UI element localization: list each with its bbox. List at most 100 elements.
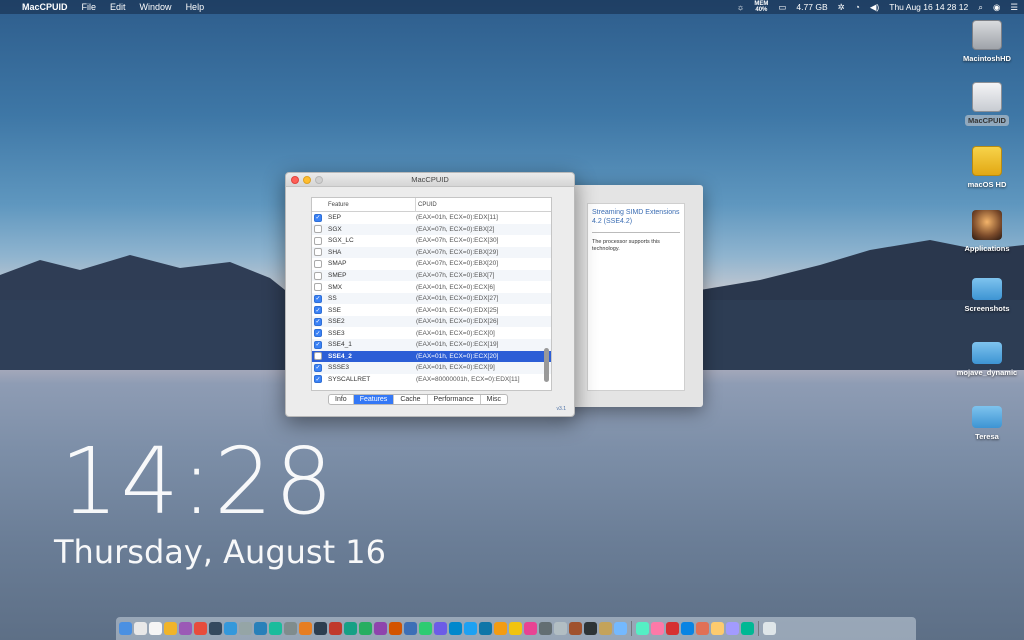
table-row[interactable]: SGX (EAX=07h, ECX=0):EBX[2] <box>312 223 551 236</box>
table-row[interactable]: SMEP (EAX=07h, ECX=0):EBX[7] <box>312 269 551 282</box>
dock-app-icon[interactable] <box>419 622 432 635</box>
dock-app-icon[interactable] <box>726 622 739 635</box>
dock-app-icon[interactable] <box>524 622 537 635</box>
tab-info[interactable]: Info <box>329 395 354 404</box>
dock-app-icon[interactable] <box>599 622 612 635</box>
dock-app-icon[interactable] <box>584 622 597 635</box>
table-row[interactable]: ✓ SSSE3 (EAX=01h, ECX=0):ECX[9] <box>312 362 551 374</box>
desktop-icon-macos-hd[interactable]: macOS HD <box>952 146 1022 189</box>
table-row[interactable]: SGX_LC (EAX=07h, ECX=0):ECX[30] <box>312 235 551 247</box>
table-row[interactable]: SMX (EAX=01h, ECX=0):ECX[6] <box>312 281 551 293</box>
dock-app-icon[interactable] <box>614 622 627 635</box>
dock-app-icon[interactable] <box>224 622 237 635</box>
app-menu[interactable]: MacCPUID <box>22 2 68 12</box>
dock-app-icon[interactable] <box>134 622 147 635</box>
dock-app-icon[interactable] <box>164 622 177 635</box>
desktop-icon-applications[interactable]: Applications <box>952 210 1022 253</box>
table-row[interactable]: ✓ SYSCALLRET (EAX=80000001h, ECX=0):EDX[11… <box>312 374 551 386</box>
dock-app-icon[interactable] <box>374 622 387 635</box>
dock-app-icon[interactable] <box>494 622 507 635</box>
table-row[interactable]: ✓ SSE (EAX=01h, ECX=0):EDX[25] <box>312 304 551 316</box>
zoom-button[interactable] <box>315 176 323 184</box>
column-header-feature[interactable]: Feature <box>312 198 416 212</box>
dock-app-icon[interactable] <box>389 622 402 635</box>
wifi-icon[interactable]: ◔ <box>855 2 860 12</box>
desktop-icon-screenshots[interactable]: Screenshots <box>952 272 1022 313</box>
memory-badge[interactable]: MEM 40% <box>754 1 768 13</box>
feature-checkbox[interactable] <box>314 225 322 234</box>
table-row[interactable]: SHA (EAX=07h, ECX=0):EBX[29] <box>312 246 551 259</box>
dock-app-icon[interactable] <box>711 622 724 635</box>
feature-checkbox[interactable] <box>314 271 322 280</box>
dock-app-icon[interactable] <box>636 622 649 635</box>
window-titlebar[interactable]: MacCPUID <box>286 173 574 187</box>
feature-checkbox[interactable]: ✓ <box>314 306 322 315</box>
volume-icon[interactable]: ◀) <box>870 2 879 13</box>
table-row[interactable]: SMAP (EAX=07h, ECX=0):EBX[20] <box>312 258 551 270</box>
dock-app-icon[interactable] <box>666 622 679 635</box>
feature-checkbox[interactable]: ✓ <box>314 294 322 303</box>
table-row[interactable]: ✓ SSE2 (EAX=01h, ECX=0):EDX[26] <box>312 315 551 328</box>
dock-app-icon[interactable] <box>741 622 754 635</box>
dock-app-icon[interactable] <box>509 622 522 635</box>
feature-checkbox[interactable] <box>314 236 322 245</box>
dock-app-icon[interactable] <box>314 622 327 635</box>
dock-app-icon[interactable] <box>269 622 282 635</box>
table-scrollbar[interactable] <box>544 348 549 382</box>
close-button[interactable] <box>291 176 299 184</box>
dock-app-icon[interactable] <box>651 622 664 635</box>
storage-icon[interactable]: ▭ <box>778 2 786 13</box>
dock-app-icon[interactable] <box>464 622 477 635</box>
brightness-icon[interactable]: ☼ <box>737 2 745 12</box>
feature-checkbox[interactable]: ✓ <box>314 213 322 222</box>
dock-app-icon[interactable] <box>284 622 297 635</box>
table-row[interactable]: ✓ SSE4_1 (EAX=01h, ECX=0):ECX[19] <box>312 339 551 351</box>
table-row[interactable]: ✓ SEP (EAX=01h, ECX=0):EDX[11] <box>312 212 551 224</box>
feature-checkbox[interactable]: ✓ <box>314 340 322 349</box>
search-icon[interactable]: ⌕ <box>978 2 983 13</box>
dock-app-icon[interactable] <box>299 622 312 635</box>
dock-app-icon[interactable] <box>449 622 462 635</box>
tab-features[interactable]: Features <box>353 395 395 404</box>
menu-window[interactable]: Window <box>140 2 172 12</box>
column-header-cpuid[interactable]: CPUID <box>416 202 437 208</box>
trash-icon[interactable] <box>763 622 776 635</box>
dock-app-icon[interactable] <box>696 622 709 635</box>
gear-icon[interactable]: ✲ <box>838 2 845 13</box>
feature-checkbox[interactable] <box>314 283 322 292</box>
dock-app-icon[interactable] <box>434 622 447 635</box>
desktop-icon-maccpuid[interactable]: MacCPUID <box>952 82 1022 126</box>
siri-icon[interactable]: ◉ <box>993 2 1000 13</box>
features-table[interactable]: Feature CPUID ✓ SEP (EAX=01h, ECX=0):EDX[1… <box>311 197 552 391</box>
menubar-clock[interactable]: Thu Aug 16 14 28 12 <box>889 2 968 12</box>
feature-checkbox[interactable]: ✓ <box>314 329 322 338</box>
dock-app-icon[interactable] <box>479 622 492 635</box>
feature-checkbox[interactable]: ✓ <box>314 317 322 326</box>
tab-misc[interactable]: Misc <box>481 395 507 404</box>
table-row[interactable]: ✓ SSE3 (EAX=01h, ECX=0):ECX[0] <box>312 327 551 339</box>
tab-performance[interactable]: Performance <box>428 395 481 404</box>
dock-app-icon[interactable] <box>344 622 357 635</box>
menu-file[interactable]: File <box>82 2 97 12</box>
table-row[interactable]: SSE4_2 (EAX=01h, ECX=0):ECX[20] <box>312 350 551 363</box>
feature-checkbox[interactable] <box>314 352 322 361</box>
feature-checkbox[interactable]: ✓ <box>314 363 322 372</box>
desktop-icon-mojave-dynamic[interactable]: mojave_dynamic <box>952 336 1022 377</box>
dock-app-icon[interactable] <box>404 622 417 635</box>
minimize-button[interactable] <box>303 176 311 184</box>
dock-app-icon[interactable] <box>569 622 582 635</box>
table-row[interactable]: ✓ SS (EAX=01h, ECX=0):EDX[27] <box>312 292 551 305</box>
dock-app-icon[interactable] <box>209 622 222 635</box>
menu-help[interactable]: Help <box>186 2 205 12</box>
dock-app-icon[interactable] <box>119 622 132 635</box>
dock-app-icon[interactable] <box>329 622 342 635</box>
feature-checkbox[interactable]: ✓ <box>314 375 322 384</box>
desktop-icon-macintoshhd[interactable]: MacintoshHD <box>952 20 1022 63</box>
menu-edit[interactable]: Edit <box>110 2 126 12</box>
feature-checkbox[interactable] <box>314 248 322 257</box>
notification-center-icon[interactable]: ☰ <box>1010 2 1018 13</box>
dock-app-icon[interactable] <box>554 622 567 635</box>
dock-app-icon[interactable] <box>194 622 207 635</box>
dock-app-icon[interactable] <box>254 622 267 635</box>
storage-status[interactable]: 4.77 GB <box>796 2 827 12</box>
